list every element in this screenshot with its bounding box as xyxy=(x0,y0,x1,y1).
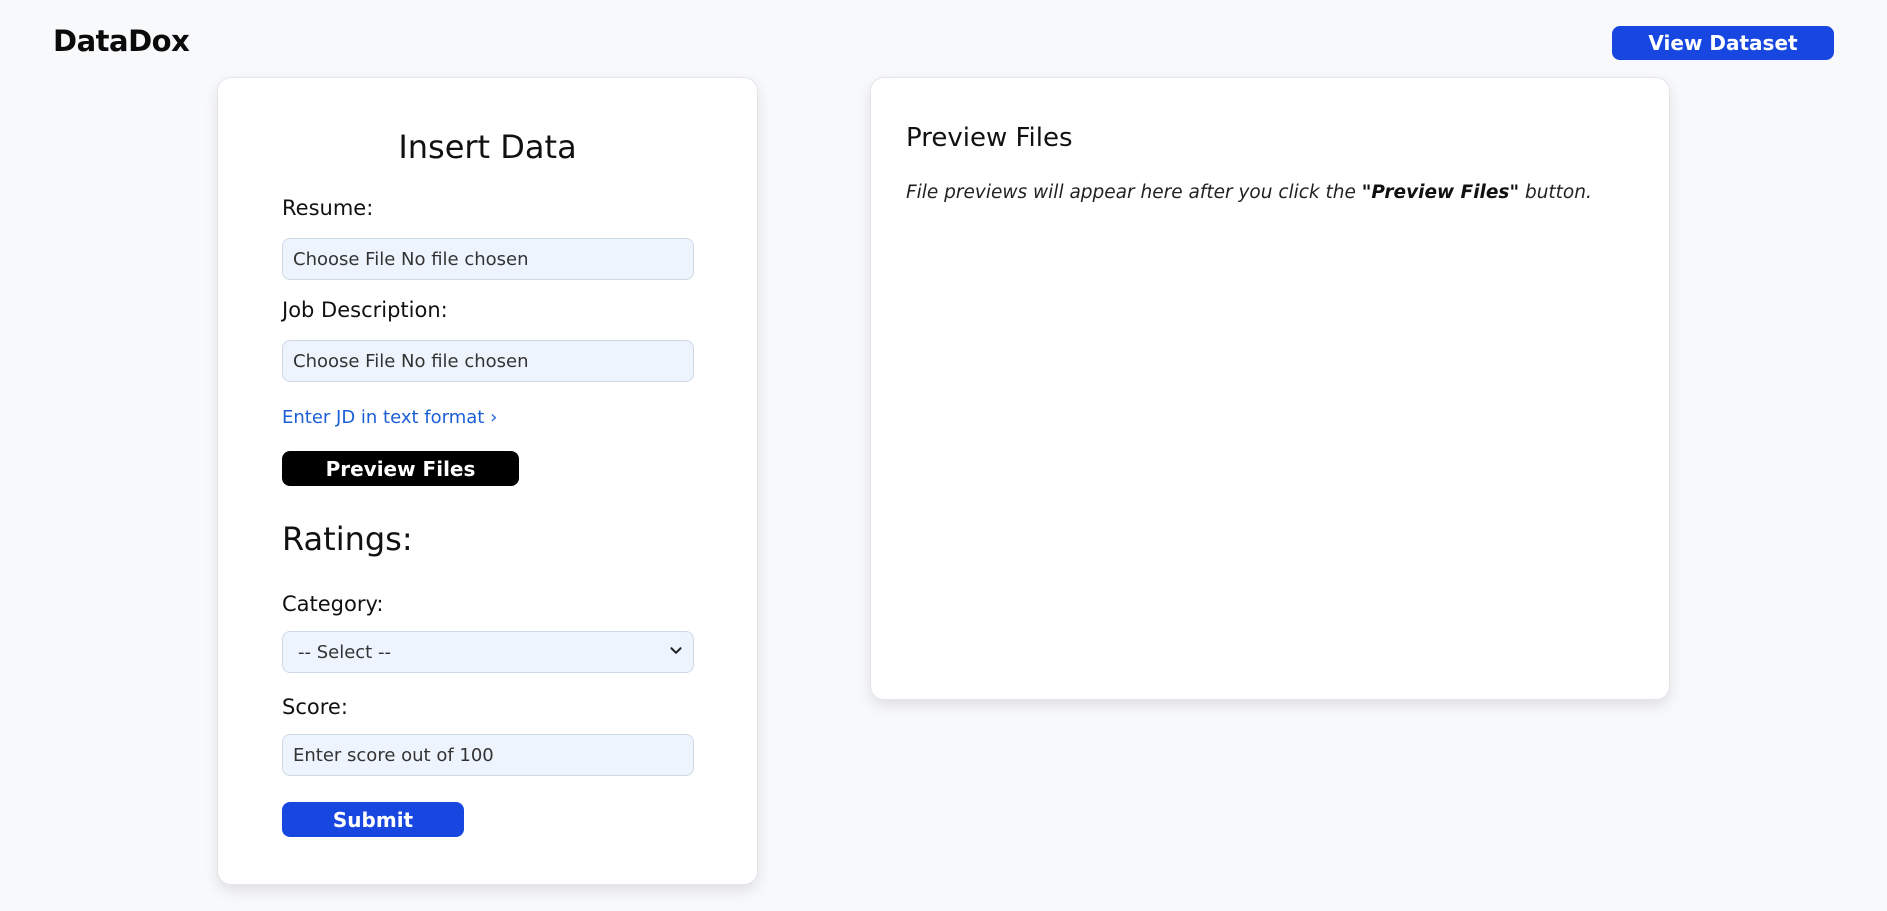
insert-data-card: Insert Data Resume: Choose File No file … xyxy=(217,77,758,885)
preview-message-emphasis: "Preview Files" xyxy=(1361,182,1520,203)
preview-files-title: Preview Files xyxy=(906,123,1073,153)
preview-files-card: Preview Files File previews will appear … xyxy=(870,77,1670,700)
job-description-file-input[interactable]: Choose File No file chosen xyxy=(282,340,694,382)
enter-jd-text-link[interactable]: Enter JD in text format › xyxy=(282,407,497,428)
preview-message-start: File previews will appear here after you… xyxy=(906,182,1362,203)
score-placeholder: Enter score out of 100 xyxy=(293,744,494,766)
score-label: Score: xyxy=(282,695,348,719)
ratings-heading: Ratings: xyxy=(282,520,413,558)
resume-label: Resume: xyxy=(282,196,374,220)
chevron-down-icon xyxy=(670,647,682,654)
app-root: DataDox View Dataset Insert Data Resume:… xyxy=(0,0,1887,911)
insert-data-title: Insert Data xyxy=(398,128,577,166)
resume-file-text: Choose File No file chosen xyxy=(293,248,529,270)
score-input[interactable]: Enter score out of 100 xyxy=(282,734,694,776)
preview-files-button[interactable]: Preview Files xyxy=(282,451,519,486)
job-description-label: Job Description: xyxy=(282,298,448,322)
brand-logo[interactable]: DataDox xyxy=(53,24,190,58)
category-select[interactable]: -- Select -- xyxy=(282,631,694,673)
category-selected-value: -- Select -- xyxy=(298,641,391,663)
resume-file-input[interactable]: Choose File No file chosen xyxy=(282,238,694,280)
submit-button[interactable]: Submit xyxy=(282,802,464,837)
job-description-file-text: Choose File No file chosen xyxy=(293,350,529,372)
view-dataset-button[interactable]: View Dataset xyxy=(1612,26,1834,60)
preview-placeholder-message: File previews will appear here after you… xyxy=(906,182,1592,203)
preview-message-end: button. xyxy=(1519,182,1592,203)
category-label: Category: xyxy=(282,592,384,616)
